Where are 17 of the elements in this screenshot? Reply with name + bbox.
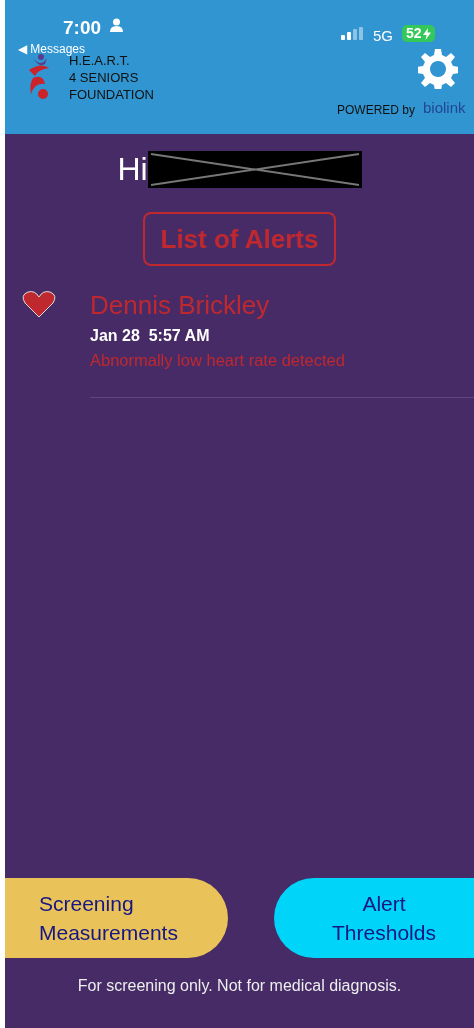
thresholds-button[interactable]: Alert Thresholds <box>274 878 474 958</box>
alert-datetime: Jan 28 5:57 AM <box>90 326 211 346</box>
battery-indicator: 52 <box>402 25 435 42</box>
disclaimer-text: For screening only. Not for medical diagnosis. <box>77 977 402 994</box>
powered-by-text: POWERED by <box>337 102 415 119</box>
status-time: 7:00 <box>63 16 102 40</box>
alert-name: Dennis Brickley <box>90 290 271 320</box>
heart-icon <box>22 290 56 318</box>
logo-text: 4 SENIORS <box>69 69 140 86</box>
screening-button[interactable]: Screening Measurements <box>5 878 228 958</box>
settings-icon[interactable] <box>418 49 458 89</box>
person-icon <box>110 18 123 32</box>
network-label: 5G <box>373 26 393 46</box>
alert-message: Abnormally low heart rate detected <box>90 350 346 371</box>
logo-text: FOUNDATION <box>69 86 154 103</box>
partner-logo-text: biolink <box>423 98 466 118</box>
greeting-text: Hi <box>117 150 148 188</box>
